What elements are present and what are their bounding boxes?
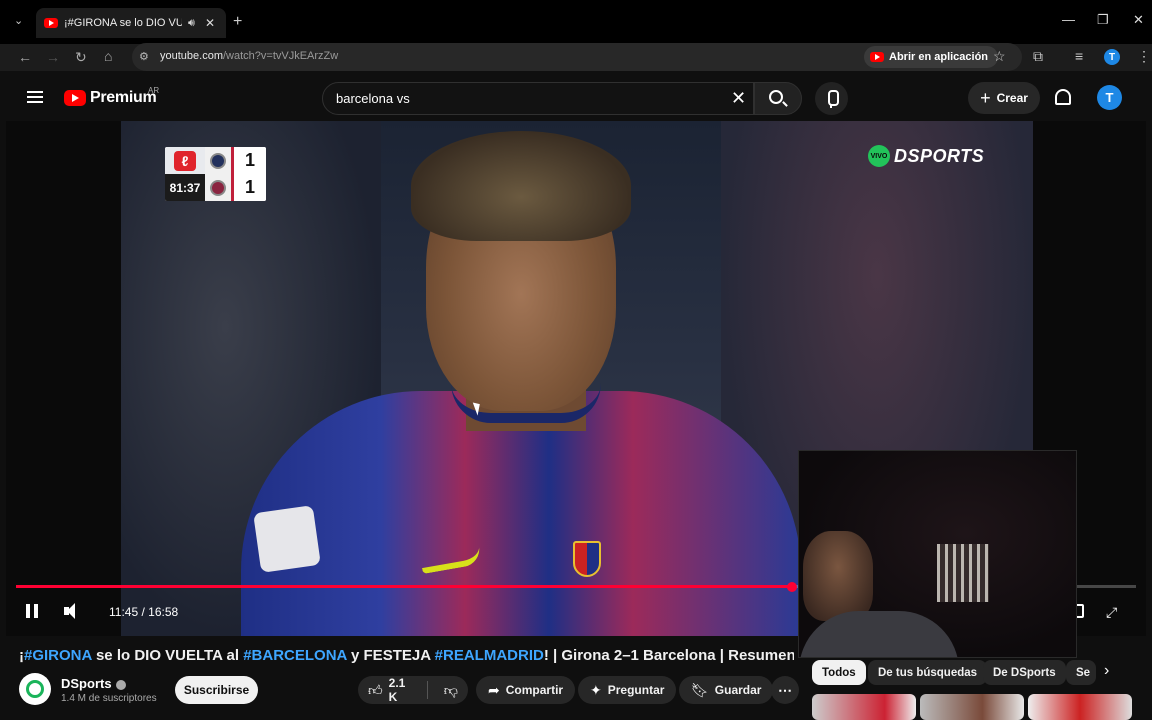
clear-search-icon[interactable]: ✕ — [731, 88, 746, 109]
url-text[interactable]: youtube.com/watch?v=tvVJkEArzZw — [160, 50, 338, 62]
youtube-favicon-icon — [44, 18, 58, 28]
tab-title: ¡#GIRONA se lo DIO VUELTA al #BARCELONA — [64, 17, 182, 29]
forward-icon[interactable]: → — [46, 49, 60, 65]
thumbs-up-icon: 👍︎ — [368, 681, 383, 698]
save-label: Guardar — [714, 683, 762, 697]
open-in-app-button[interactable]: Abrir en aplicación — [864, 46, 999, 68]
back-icon[interactable]: ← — [18, 49, 32, 65]
extensions-icon[interactable]: ⧉ — [1033, 48, 1043, 65]
speaker-icon[interactable]: 🔊︎ — [188, 17, 195, 30]
home-score: 1 — [231, 147, 266, 174]
progress-played — [16, 585, 792, 588]
youtube-logo[interactable]: Premium — [64, 89, 157, 107]
hashtag-link[interactable]: #GIRONA — [24, 647, 92, 664]
share-label: Compartir — [505, 683, 564, 697]
chevron-right-icon[interactable]: › — [1104, 662, 1109, 680]
progress-scrubber[interactable] — [787, 582, 797, 592]
microphone-icon[interactable] — [815, 82, 848, 115]
chip-all[interactable]: Todos — [812, 660, 866, 685]
browser-tab[interactable]: ¡#GIRONA se lo DIO VUELTA al #BARCELONA … — [36, 8, 226, 38]
video-title: ¡#GIRONA se lo DIO VUELTA al #BARCELONA … — [19, 647, 794, 664]
broadcaster-logo: VIVO DSPORTS — [868, 145, 984, 167]
create-label: Crear — [996, 91, 1028, 105]
window-close-icon[interactable]: ✕ — [1133, 12, 1144, 28]
create-button[interactable]: + Crear — [968, 82, 1040, 114]
share-arrow-icon: ➦ — [488, 681, 500, 698]
time-display: 11:45 / 16:58 — [109, 605, 179, 619]
dislike-button[interactable]: 👎︎ — [434, 676, 468, 704]
title-text: se lo DIO VUELTA al — [91, 647, 244, 664]
save-button[interactable]: 🔖︎ Guardar — [679, 676, 774, 704]
browser-menu-icon[interactable]: ⋮ — [1137, 48, 1151, 65]
home-team-crest-icon — [205, 147, 231, 174]
away-score: 1 — [231, 174, 266, 201]
channel-avatar[interactable] — [19, 673, 51, 705]
like-button[interactable]: 👍︎ 2.1 K — [358, 676, 421, 704]
title-text: y FESTEJA — [346, 647, 435, 664]
minimize-icon[interactable]: — — [1062, 12, 1075, 27]
chip-more[interactable]: Se — [1066, 660, 1096, 685]
site-settings-icon[interactable]: ⚙︎ — [139, 50, 149, 63]
hashtag-link[interactable]: #REALMADRID — [435, 647, 544, 664]
verified-icon — [115, 679, 126, 690]
match-clock: 81:37 — [165, 174, 205, 201]
plus-icon: + — [980, 87, 991, 108]
region-code: AR — [148, 86, 160, 95]
new-tab-icon[interactable]: + — [233, 13, 242, 31]
recommended-thumbnail[interactable] — [812, 694, 916, 720]
chip-from-dsports[interactable]: De DSports — [983, 660, 1066, 685]
restore-icon[interactable]: ❐ — [1097, 12, 1109, 28]
reload-icon[interactable]: ↻ — [75, 49, 87, 66]
account-avatar[interactable]: T — [1097, 85, 1122, 110]
ask-label: Preguntar — [607, 683, 665, 697]
share-button[interactable]: ➦ Compartir — [476, 676, 576, 704]
title-text: ! | Girona 2–1 Barcelona | Resumen — [543, 647, 794, 664]
menu-icon[interactable] — [27, 91, 43, 103]
subscribe-button[interactable]: Suscribirse — [175, 676, 258, 704]
hashtag-link[interactable]: #BARCELONA — [243, 647, 347, 664]
notifications-bell-icon[interactable] — [1055, 89, 1071, 105]
like-count: 2.1 K — [388, 676, 406, 704]
webcam-person — [803, 531, 873, 621]
club-crest — [573, 541, 601, 577]
more-actions-icon[interactable]: ⋯ — [771, 676, 799, 704]
like-dislike-group: 👍︎ 2.1 K 👎︎ — [358, 676, 468, 704]
tab-search-chevron-icon[interactable]: ⌄ — [14, 14, 30, 30]
league-logo: ℓ — [165, 147, 205, 174]
reading-list-icon[interactable]: ≡ — [1075, 48, 1083, 64]
sparkle-icon: ✦ — [590, 681, 602, 698]
browser-profile-avatar[interactable]: T — [1104, 49, 1120, 65]
dsports-logo-icon — [26, 680, 44, 698]
fullscreen-icon[interactable]: ⤢ — [1106, 604, 1117, 621]
search-icon[interactable] — [769, 90, 783, 104]
player-hair — [411, 131, 631, 241]
live-badge: VIVO — [868, 145, 890, 167]
youtube-play-logo-icon — [64, 90, 86, 106]
subscriber-count: 1.4 M de suscriptores — [61, 693, 157, 704]
scoreboard: ℓ 1 81:37 1 — [165, 147, 266, 201]
thumbs-down-icon: 👎︎ — [443, 681, 458, 698]
webcam-window-bars — [937, 544, 989, 602]
open-in-app-label: Abrir en aplicación — [889, 51, 989, 63]
youtube-app-icon — [870, 52, 884, 62]
divider — [426, 681, 428, 699]
chip-from-searches[interactable]: De tus búsquedas — [868, 660, 988, 685]
away-team-crest-icon — [205, 174, 231, 201]
tab-close-icon[interactable]: ✕ — [205, 16, 215, 30]
home-icon[interactable]: ⌂ — [104, 48, 112, 64]
league-patch — [253, 505, 321, 573]
broadcaster-name: DSPORTS — [894, 145, 985, 166]
pause-icon[interactable] — [26, 604, 38, 618]
search-query[interactable]: barcelona vs — [336, 91, 410, 106]
channel-name[interactable]: DSports — [61, 676, 126, 691]
volume-icon[interactable] — [64, 603, 82, 619]
bookmark-icon: 🔖︎ — [691, 681, 709, 698]
bookmark-star-icon[interactable]: ☆ — [993, 48, 1006, 65]
recommended-thumbnail[interactable] — [920, 694, 1024, 720]
ask-button[interactable]: ✦ Preguntar — [578, 676, 677, 704]
laliga-icon: ℓ — [174, 150, 196, 171]
logo-text: Premium — [90, 89, 157, 106]
webcam-overlay — [798, 450, 1077, 658]
recommended-thumbnail[interactable] — [1028, 694, 1132, 720]
